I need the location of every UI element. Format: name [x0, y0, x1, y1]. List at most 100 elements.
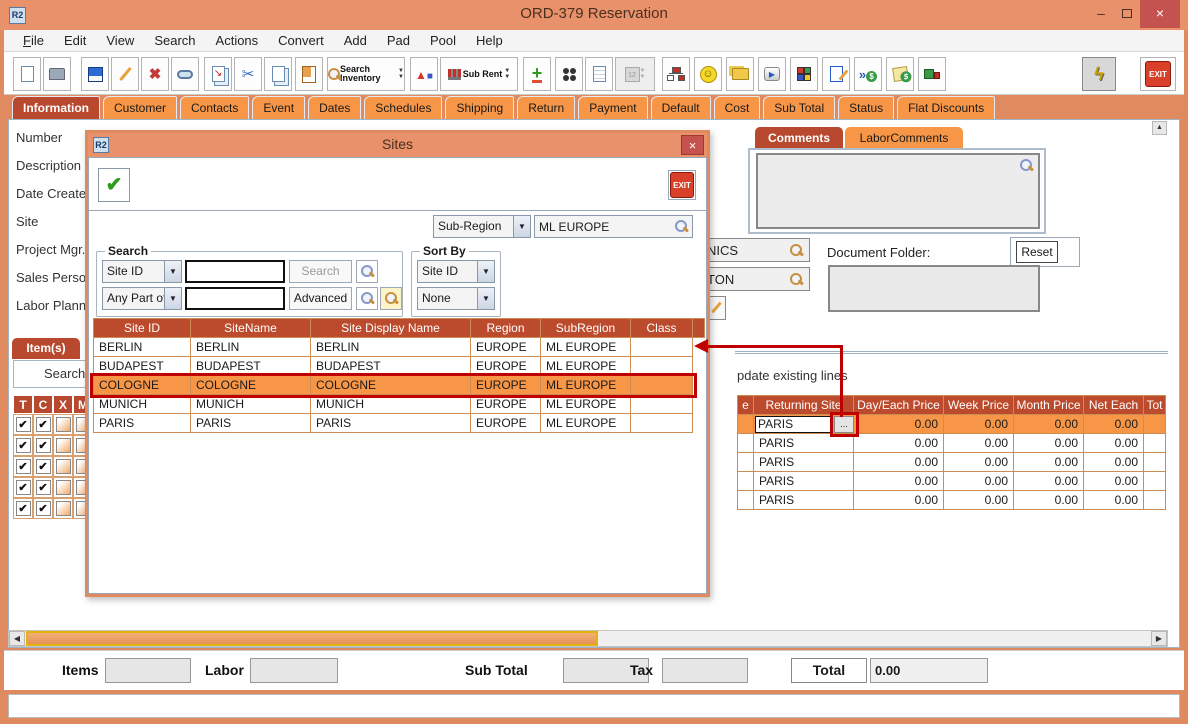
checkbox[interactable]	[53, 414, 73, 435]
col-header-site-id[interactable]: Site ID	[94, 319, 191, 338]
maximize-button[interactable]	[1112, 0, 1142, 28]
tab-default[interactable]: Default	[651, 96, 711, 119]
tab-comments[interactable]: Comments	[755, 127, 843, 148]
magnifier-icon[interactable]	[675, 220, 688, 233]
table-find-button[interactable]	[380, 287, 402, 310]
reset-button[interactable]: Reset	[1016, 241, 1058, 263]
dialog-exit-button[interactable]: EXIT	[668, 170, 696, 200]
subregion-value-field[interactable]: ML EUROPE	[534, 215, 693, 238]
menu-view[interactable]: View	[97, 31, 143, 50]
invoice-button[interactable]: $	[886, 57, 914, 91]
new-document-button[interactable]	[13, 57, 41, 91]
search-input-1[interactable]	[185, 260, 285, 283]
customer-button[interactable]: ☺	[694, 57, 722, 91]
checkbox[interactable]	[33, 414, 53, 435]
paste-button[interactable]	[295, 57, 323, 91]
sort-then-select[interactable]: None ▼	[417, 287, 495, 310]
charge-button[interactable]: »$	[854, 57, 882, 91]
tab-flat-discounts[interactable]: Flat Discounts	[897, 96, 995, 119]
checkbox[interactable]	[33, 477, 53, 498]
org-chart-button[interactable]	[662, 57, 690, 91]
chevron-down-icon[interactable]: ▼	[477, 288, 494, 309]
menu-file[interactable]: File	[14, 31, 53, 50]
checkbox[interactable]	[13, 498, 33, 519]
tab-cost[interactable]: Cost	[714, 96, 761, 119]
scroll-left-button[interactable]: ◀	[9, 631, 25, 646]
tab-shipping[interactable]: Shipping	[445, 96, 514, 119]
chevron-down-icon[interactable]: ▼	[477, 261, 494, 282]
exit-button[interactable]: EXIT	[1140, 57, 1176, 91]
match-mode-select[interactable]: Any Part of ... ▼	[102, 287, 182, 310]
magnifier-icon[interactable]	[1020, 159, 1033, 172]
copy-move-button[interactable]: ↘	[204, 57, 232, 91]
copy-button[interactable]	[264, 57, 292, 91]
menu-search[interactable]: Search	[145, 31, 204, 50]
dialog-close-button[interactable]: ×	[681, 135, 704, 155]
tab-labor-comments[interactable]: LaborComments	[845, 127, 963, 148]
checkbox[interactable]	[33, 435, 53, 456]
search-button[interactable]: Search	[289, 260, 352, 283]
checkbox[interactable]	[13, 414, 33, 435]
accept-button[interactable]: ✔	[98, 168, 130, 202]
tab-status[interactable]: Status	[838, 96, 894, 119]
menu-actions[interactable]: Actions	[207, 31, 268, 50]
print-button[interactable]	[43, 57, 71, 91]
group-button[interactable]	[555, 57, 583, 91]
quick-action-button[interactable]: ϟ	[1082, 57, 1116, 91]
magnifier-icon[interactable]	[790, 244, 803, 257]
region-type-select[interactable]: Sub-Region ▼	[433, 215, 531, 238]
col-header-partial[interactable]: e	[738, 396, 754, 415]
checkbox[interactable]	[53, 477, 73, 498]
tab-customer[interactable]: Customer	[103, 96, 177, 119]
tab-return[interactable]: Return	[517, 96, 575, 119]
shapes-button[interactable]: ▲■	[410, 57, 438, 91]
delete-button[interactable]: ✖	[141, 57, 169, 91]
edit-note-button[interactable]	[822, 57, 850, 91]
chevron-down-icon[interactable]: ▼	[164, 261, 181, 282]
menu-help[interactable]: Help	[467, 31, 512, 50]
checkbox[interactable]	[33, 456, 53, 477]
table-row-paris[interactable]: PARISPARISPARISEUROPEML EUROPE	[94, 414, 693, 433]
close-button[interactable]: ×	[1140, 0, 1180, 28]
menu-pool[interactable]: Pool	[421, 31, 465, 50]
chevron-down-icon[interactable]: ▼	[513, 216, 530, 237]
col-header-month-price[interactable]: Month Price	[1014, 396, 1084, 415]
dropdown-arrows-icon[interactable]: ▼▼	[398, 68, 404, 80]
col-header-day-each-price[interactable]: Day/Each Price	[854, 396, 944, 415]
search-field-select[interactable]: Site ID ▼	[102, 260, 182, 283]
checkbox[interactable]	[53, 498, 73, 519]
col-header-region[interactable]: Region	[471, 319, 541, 338]
col-header-tot[interactable]: Tot	[1144, 396, 1166, 415]
tab-event[interactable]: Event	[252, 96, 305, 119]
checkbox[interactable]	[53, 435, 73, 456]
comments-textarea[interactable]	[756, 153, 1040, 229]
add-line-button[interactable]: +	[523, 57, 551, 91]
history-folder-button[interactable]	[726, 57, 754, 91]
tab-information[interactable]: Information	[12, 96, 100, 119]
tab-dates[interactable]: Dates	[308, 96, 361, 119]
partial-field-ton[interactable]: TON	[700, 267, 810, 291]
menu-convert[interactable]: Convert	[269, 31, 333, 50]
menu-edit[interactable]: Edit	[55, 31, 95, 50]
checkbox[interactable]	[53, 456, 73, 477]
dropdown-arrows-icon[interactable]: ▼▼	[504, 68, 510, 80]
table-row-berlin[interactable]: BERLINBERLINBERLINEUROPEML EUROPE	[94, 338, 693, 357]
sub-rent-button[interactable]: Sub Rent ▼▼	[440, 57, 518, 91]
col-header-net-each[interactable]: Net Each	[1084, 396, 1144, 415]
table-row[interactable]: PARIS 0.00 0.00 0.00 0.00	[738, 434, 1166, 453]
table-row[interactable]: PARIS 0.00 0.00 0.00 0.00	[738, 491, 1166, 510]
advanced-find-button[interactable]	[356, 287, 378, 310]
magnifier-icon[interactable]	[790, 273, 803, 286]
partial-field-nics[interactable]: NICS	[700, 238, 810, 262]
keyboard-button[interactable]: ▶	[758, 57, 786, 91]
col-header-class[interactable]: Class	[631, 319, 693, 338]
save-button[interactable]	[81, 57, 109, 91]
menu-pad[interactable]: Pad	[378, 31, 419, 50]
tab-items[interactable]: Item(s)	[12, 338, 80, 359]
packages-button[interactable]	[790, 57, 818, 91]
scroll-up-button[interactable]: ▲	[1152, 121, 1167, 135]
chevron-down-icon[interactable]: ▼	[164, 288, 181, 309]
edit-button[interactable]	[111, 57, 139, 91]
tab-contacts[interactable]: Contacts	[180, 96, 249, 119]
col-header-site-name[interactable]: SiteName	[191, 319, 311, 338]
